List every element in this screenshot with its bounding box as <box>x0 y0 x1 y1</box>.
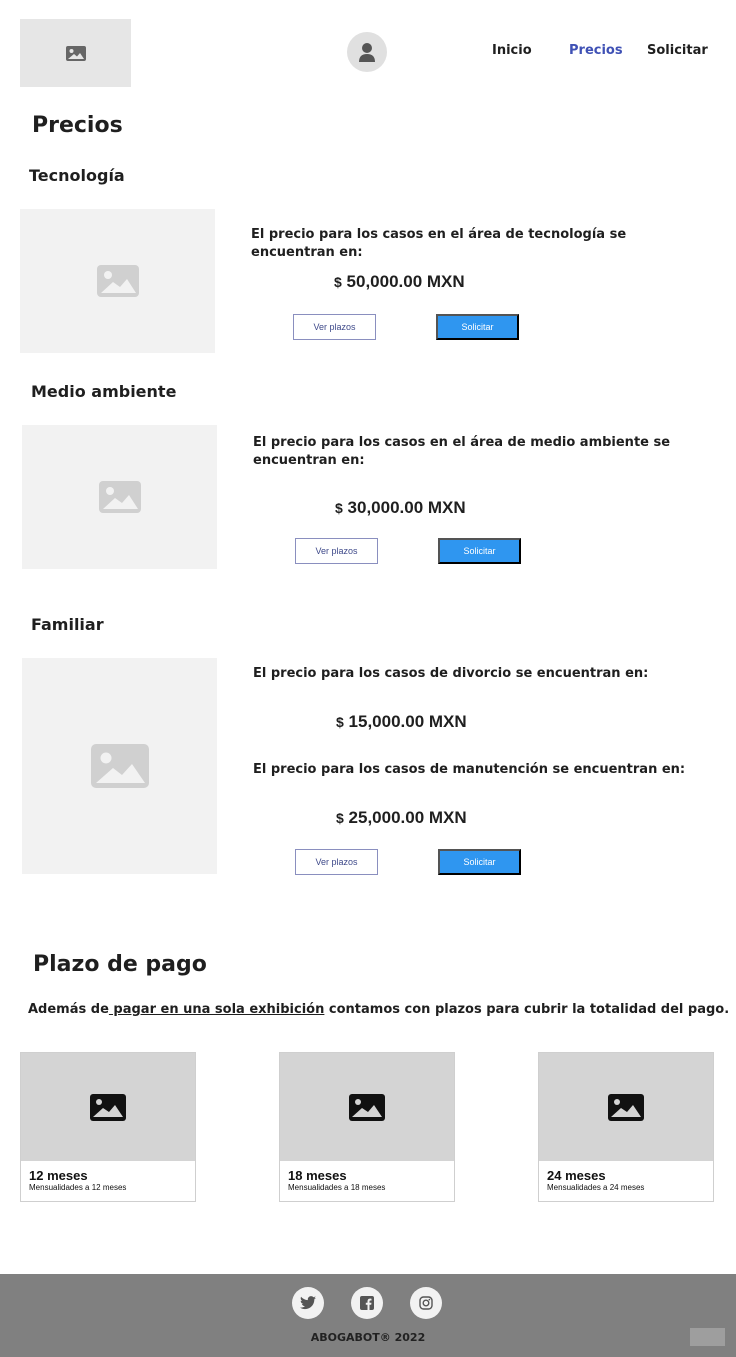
solicitar-button[interactable]: Solicitar <box>438 538 521 564</box>
nav-inicio[interactable]: Inicio <box>492 43 532 58</box>
section-title-medio-ambiente: Medio ambiente <box>31 382 177 401</box>
card-title: 18 meses <box>288 1168 347 1183</box>
tecnologia-description: El precio para los casos en el área de t… <box>251 227 627 260</box>
image-placeholder-icon <box>98 481 141 513</box>
medio-ambiente-price: $ 30,000.00 MXN <box>335 498 466 518</box>
manutencion-price: $ 25,000.00 MXN <box>336 808 467 828</box>
card-image <box>21 1053 195 1161</box>
image-placeholder-icon <box>65 45 86 61</box>
tecnologia-price: $ 50,000.00 MXN <box>334 272 465 292</box>
image-icon <box>349 1093 385 1121</box>
price-value: 25,000.00 MXN <box>348 808 467 827</box>
plazo-card-24[interactable]: 24 meses Mensualidades a 24 meses <box>538 1052 714 1202</box>
card-subtitle: Mensualidades a 12 meses <box>29 1183 127 1192</box>
copyright: ABOGABOT® 2022 <box>310 1331 426 1344</box>
currency-symbol: $ <box>335 500 343 516</box>
solicitar-button[interactable]: Solicitar <box>436 314 519 340</box>
plazo-card-18[interactable]: 18 meses Mensualidades a 18 meses <box>279 1052 455 1202</box>
page-title: Precios <box>32 113 123 138</box>
nav-solicitar[interactable]: Solicitar <box>647 43 708 58</box>
card-image <box>539 1053 713 1161</box>
user-icon <box>359 43 375 62</box>
price-value: 50,000.00 MXN <box>346 272 465 291</box>
card-image <box>280 1053 454 1161</box>
image-placeholder-icon <box>90 744 149 788</box>
corner-widget[interactable] <box>690 1328 725 1346</box>
twitter-icon <box>300 1296 316 1310</box>
medio-ambiente-description: El precio para los casos en el área de m… <box>253 435 671 468</box>
medio-ambiente-image <box>22 425 217 569</box>
section-title-tecnologia: Tecnología <box>29 166 125 185</box>
plazo-text-after: contamos con plazos para cubrir la total… <box>324 1002 730 1017</box>
solicitar-button[interactable]: Solicitar <box>438 849 521 875</box>
card-subtitle: Mensualidades a 24 meses <box>547 1183 645 1192</box>
plazo-text-before: Además de <box>28 1002 109 1017</box>
plazo-title: Plazo de pago <box>33 952 207 977</box>
card-subtitle: Mensualidades a 18 meses <box>288 1183 386 1192</box>
tecnologia-image <box>20 209 215 353</box>
facebook-icon <box>360 1296 374 1310</box>
currency-symbol: $ <box>334 274 342 290</box>
manutencion-description: El precio para los casos de manutención … <box>253 762 686 777</box>
plazo-card-12[interactable]: 12 meses Mensualidades a 12 meses <box>20 1052 196 1202</box>
currency-symbol: $ <box>336 714 344 730</box>
image-icon <box>608 1093 644 1121</box>
divorcio-description: El precio para los casos de divorcio se … <box>253 666 649 681</box>
card-title: 24 meses <box>547 1168 606 1183</box>
facebook-link[interactable] <box>351 1287 383 1319</box>
avatar[interactable] <box>347 32 387 72</box>
image-placeholder-icon <box>96 265 139 297</box>
currency-symbol: $ <box>336 810 344 826</box>
instagram-link[interactable] <box>410 1287 442 1319</box>
nav-precios[interactable]: Precios <box>569 43 623 58</box>
plazo-text: Además de pagar en una sola exhibición c… <box>28 1002 729 1017</box>
image-icon <box>90 1093 126 1121</box>
instagram-icon <box>419 1296 433 1310</box>
familiar-image <box>22 658 217 874</box>
section-title-familiar: Familiar <box>31 615 104 634</box>
twitter-link[interactable] <box>292 1287 324 1319</box>
ver-plazos-button[interactable]: Ver plazos <box>295 538 378 564</box>
price-value: 15,000.00 MXN <box>348 712 467 731</box>
sola-exhibicion-link[interactable]: pagar en una sola exhibición <box>109 1002 324 1017</box>
price-value: 30,000.00 MXN <box>347 498 466 517</box>
divorcio-price: $ 15,000.00 MXN <box>336 712 467 732</box>
logo-placeholder[interactable] <box>20 19 131 87</box>
ver-plazos-button[interactable]: Ver plazos <box>293 314 376 340</box>
card-title: 12 meses <box>29 1168 88 1183</box>
ver-plazos-button[interactable]: Ver plazos <box>295 849 378 875</box>
